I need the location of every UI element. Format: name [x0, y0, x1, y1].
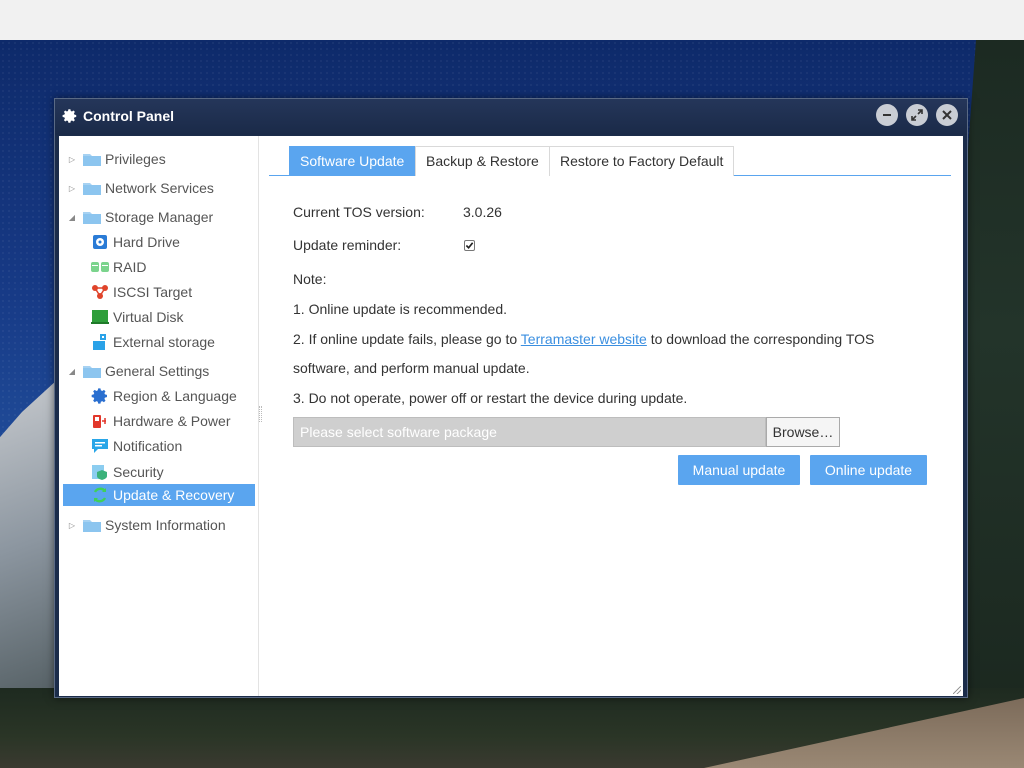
- sidebar-item-label: Virtual Disk: [113, 309, 184, 325]
- tab-restore-factory-default[interactable]: Restore to Factory Default: [549, 146, 735, 176]
- folder-icon: [83, 183, 101, 195]
- main-panel: Software Update Backup & Restore Restore…: [269, 136, 959, 696]
- sidebar-item-network-services[interactable]: ▷ Network Services: [67, 177, 214, 199]
- note-title: Note:: [293, 271, 327, 287]
- software-package-input[interactable]: Please select software package: [293, 417, 766, 447]
- tab-backup-restore[interactable]: Backup & Restore: [415, 146, 550, 176]
- minimize-icon: [883, 114, 891, 116]
- notification-bubble-icon: [91, 437, 109, 455]
- raid-icon: [91, 258, 109, 276]
- minimize-button[interactable]: [876, 104, 898, 126]
- note-line-2-prefix: 2. If online update fails, please go to: [293, 331, 521, 347]
- sidebar-item-label: System Information: [105, 517, 226, 533]
- sidebar-item-iscsi-target[interactable]: ISCSI Target: [91, 281, 192, 303]
- folder-icon: [83, 520, 101, 532]
- usb-storage-icon: [91, 333, 109, 351]
- sidebar-item-label: RAID: [113, 259, 147, 275]
- expanded-arrow-icon[interactable]: ◢: [67, 367, 77, 376]
- expanded-arrow-icon[interactable]: ◢: [67, 213, 77, 222]
- tos-version-value: 3.0.26: [463, 204, 502, 220]
- note-line-2: 2. If online update fails, please go to …: [293, 331, 874, 347]
- browser-top-bar: [0, 0, 1024, 40]
- hard-drive-icon: [91, 233, 109, 251]
- sidebar-item-label: Region & Language: [113, 388, 237, 404]
- note-line-2-suffix: to download the corresponding TOS: [646, 331, 875, 347]
- control-panel-window: Control Panel ▷ Privileges ▷ Network Ser…: [54, 98, 968, 698]
- sidebar-item-region-language[interactable]: Region & Language: [91, 385, 237, 407]
- sidebar-item-label: Network Services: [105, 180, 214, 196]
- note-line-1: 1. Online update is recommended.: [293, 301, 508, 317]
- sidebar-item-update-recovery[interactable]: Update & Recovery: [63, 484, 255, 506]
- sidebar-item-label: Notification: [113, 438, 183, 454]
- collapsed-arrow-icon[interactable]: ▷: [67, 521, 77, 530]
- virtual-disk-icon: [91, 308, 109, 326]
- sidebar-item-external-storage[interactable]: External storage: [91, 331, 215, 353]
- power-plug-icon: [91, 412, 109, 430]
- refresh-icon: [91, 486, 109, 504]
- folder-icon: [83, 366, 101, 378]
- collapsed-arrow-icon[interactable]: ▷: [67, 155, 77, 164]
- sidebar-tree: ▷ Privileges ▷ Network Services ◢ Storag…: [59, 136, 259, 696]
- sidebar-splitter-handle[interactable]: [259, 406, 262, 422]
- note-line-3: 3. Do not operate, power off or restart …: [293, 390, 688, 406]
- update-reminder-label: Update reminder:: [293, 237, 402, 253]
- sidebar-item-virtual-disk[interactable]: Virtual Disk: [91, 306, 184, 328]
- sidebar-item-label: ISCSI Target: [113, 284, 193, 300]
- sidebar-item-label: Security: [113, 464, 164, 480]
- sidebar-item-hardware-power[interactable]: Hardware & Power: [91, 410, 231, 432]
- manual-update-button[interactable]: Manual update: [678, 455, 800, 485]
- note-line-2-continued: software, and perform manual update.: [293, 360, 530, 376]
- tos-version-label: Current TOS version:: [293, 204, 425, 220]
- sidebar-item-hard-drive[interactable]: Hard Drive: [91, 231, 180, 253]
- sidebar-item-label: Update & Recovery: [113, 487, 235, 503]
- sidebar-item-label: Storage Manager: [105, 209, 214, 225]
- checkmark-icon: [465, 242, 474, 249]
- browse-button[interactable]: Browse…: [766, 417, 840, 447]
- terramaster-website-link[interactable]: Terramaster website: [521, 331, 647, 347]
- sidebar-item-privileges[interactable]: ▷ Privileges: [67, 148, 166, 170]
- folder-icon: [83, 212, 101, 224]
- maximize-button[interactable]: [906, 104, 928, 126]
- sidebar-item-label: General Settings: [105, 363, 210, 379]
- sidebar-item-label: Privileges: [105, 151, 166, 167]
- window-content: ▷ Privileges ▷ Network Services ◢ Storag…: [59, 136, 963, 696]
- folder-icon: [83, 154, 101, 166]
- window-titlebar[interactable]: Control Panel: [55, 99, 967, 135]
- region-gear-icon: [91, 387, 109, 405]
- sidebar-item-label: Hard Drive: [113, 234, 180, 250]
- sidebar-item-storage-manager[interactable]: ◢ Storage Manager: [67, 206, 213, 228]
- window-title: Control Panel: [83, 108, 175, 124]
- collapsed-arrow-icon[interactable]: ▷: [67, 184, 77, 193]
- close-icon: [942, 110, 952, 120]
- window-resize-grip[interactable]: [953, 686, 961, 694]
- sidebar-item-security[interactable]: Security: [91, 461, 164, 483]
- tab-software-update[interactable]: Software Update: [289, 146, 416, 176]
- sidebar-item-raid[interactable]: RAID: [91, 256, 146, 278]
- sidebar-item-system-information[interactable]: ▷ System Information: [67, 514, 226, 536]
- close-button[interactable]: [936, 104, 958, 126]
- security-shield-icon: [91, 463, 109, 481]
- update-reminder-checkbox[interactable]: [464, 240, 475, 251]
- sidebar-item-general-settings[interactable]: ◢ General Settings: [67, 360, 209, 382]
- sidebar-item-label: External storage: [113, 334, 215, 350]
- tab-bar: Software Update Backup & Restore Restore…: [269, 146, 951, 176]
- expand-icon: [911, 109, 923, 121]
- online-update-button[interactable]: Online update: [810, 455, 927, 485]
- gear-icon: [62, 109, 77, 123]
- sidebar-item-label: Hardware & Power: [113, 413, 231, 429]
- iscsi-network-icon: [91, 283, 109, 301]
- sidebar-item-notification[interactable]: Notification: [91, 435, 182, 457]
